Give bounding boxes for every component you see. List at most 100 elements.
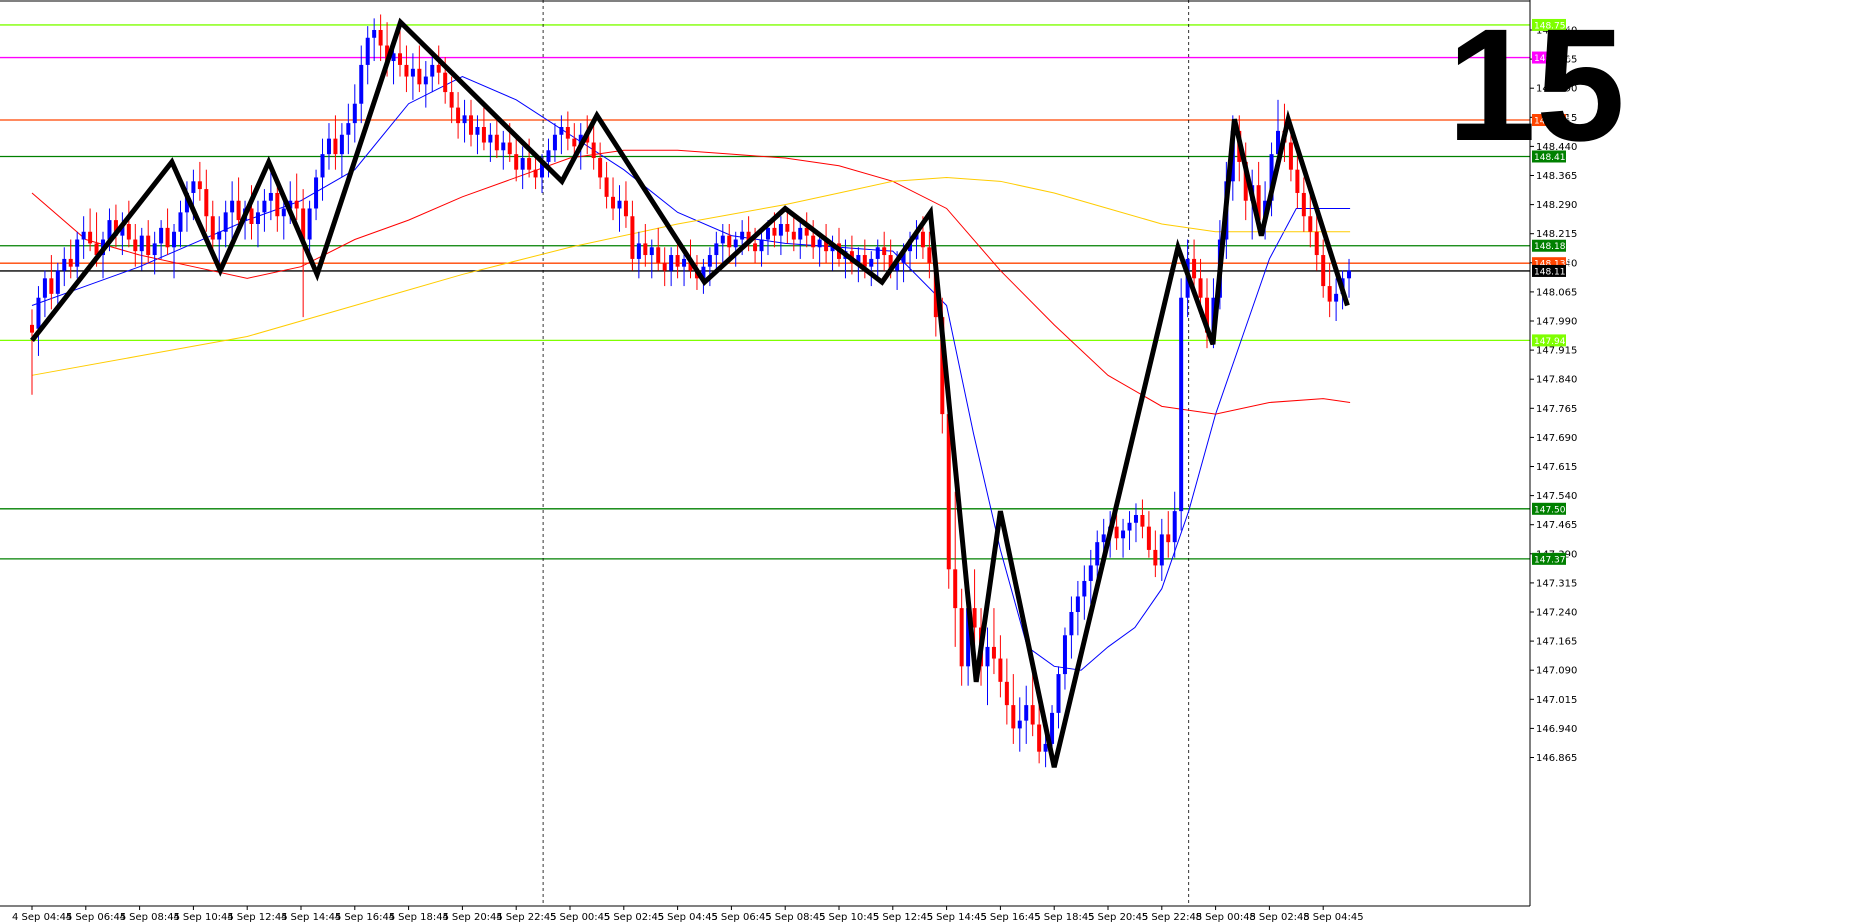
candle-body [1075, 596, 1080, 612]
candle-body [1140, 515, 1145, 527]
price-tick-label: 147.990 [1536, 317, 1577, 328]
candle-body [533, 169, 538, 178]
candle-body [636, 243, 641, 259]
price-chart[interactable]: 148.740148.665148.590148.515148.440148.3… [0, 0, 1863, 922]
candle-body [669, 255, 674, 271]
candle-body [1127, 522, 1132, 531]
candle-body [1153, 549, 1158, 566]
price-tick-label: 147.690 [1536, 433, 1577, 444]
candle-body [1166, 534, 1171, 543]
candle-body [230, 200, 235, 213]
candle-body [559, 127, 564, 135]
candle-body [1088, 565, 1093, 581]
candle-body [223, 212, 228, 232]
candle-body [42, 278, 47, 298]
candle-body [953, 569, 958, 609]
candle-body [481, 127, 486, 143]
candle-body [798, 227, 803, 240]
candle-body [656, 247, 661, 263]
candle-body [649, 247, 654, 256]
candle-body [740, 231, 745, 240]
time-tick-label: 5 Sep 00:45 [550, 912, 610, 922]
candle-body [727, 235, 732, 248]
candle-body [217, 231, 222, 240]
candle-body [972, 608, 977, 628]
candle-body [552, 134, 557, 151]
price-tick-label: 148.215 [1536, 229, 1577, 240]
price-tick-label: 147.465 [1536, 520, 1577, 531]
candle-body [36, 297, 41, 329]
candle-body [985, 646, 990, 667]
candle-body [514, 154, 519, 170]
candle-body [68, 258, 73, 267]
candle-body [159, 227, 164, 244]
candle-body [191, 181, 196, 193]
time-tick-label: 4 Sep 22:45 [496, 912, 556, 922]
candle-body [630, 216, 635, 259]
candle-body [488, 134, 493, 143]
candle-body [1159, 534, 1164, 566]
candle-body [178, 212, 183, 232]
price-tick-label: 147.615 [1536, 462, 1577, 473]
candle-body [817, 239, 822, 248]
candle-body [397, 53, 402, 65]
price-tick-label: 147.915 [1536, 346, 1577, 357]
candle-body [791, 231, 796, 240]
candle-body [75, 239, 80, 267]
candle-body [423, 76, 428, 85]
time-tick-label: 4 Sep 06:45 [66, 912, 126, 922]
level-label: 148.119 [1534, 267, 1571, 277]
time-tick-label: 4 Sep 12:45 [227, 912, 287, 922]
candle-body [210, 216, 215, 240]
candle-body [546, 150, 551, 162]
price-tick-label: 147.765 [1536, 404, 1577, 415]
candle-body [55, 270, 60, 294]
candle-body [1037, 724, 1042, 752]
time-tick-label: 4 Sep 10:45 [173, 912, 233, 922]
candle-body [920, 231, 925, 248]
time-tick-label: 8 Sep 04:45 [1303, 912, 1363, 922]
price-tick-label: 147.840 [1536, 375, 1577, 386]
candle-body [449, 92, 454, 108]
price-tick-label: 147.165 [1536, 637, 1577, 648]
candle-body [436, 64, 441, 73]
candle-body [1334, 293, 1339, 302]
candle-body [359, 64, 364, 104]
candle-body [152, 243, 157, 256]
candle-body [1069, 612, 1074, 636]
time-tick-label: 5 Sep 20:45 [1088, 912, 1148, 922]
time-tick-label: 4 Sep 18:45 [389, 912, 449, 922]
candle-body [611, 196, 616, 209]
candle-body [469, 115, 474, 135]
candle-body [604, 177, 609, 197]
candle-body [875, 247, 880, 259]
candle-body [1056, 674, 1061, 713]
candle-body [507, 142, 512, 155]
candle-body [1347, 270, 1352, 279]
candle-body [307, 208, 312, 240]
candle-body [320, 154, 325, 178]
candle-body [1062, 635, 1067, 675]
time-tick-label: 5 Sep 06:45 [711, 912, 771, 922]
candle-body [346, 123, 351, 135]
time-tick-label: 4 Sep 04:45 [12, 912, 72, 922]
candle-body [1017, 720, 1022, 729]
candle-body [462, 115, 467, 124]
candle-body [675, 255, 680, 267]
candle-body [1314, 231, 1319, 256]
time-tick-label: 5 Sep 22:45 [1142, 912, 1202, 922]
candle-body [1114, 526, 1119, 539]
candle-body [314, 177, 319, 209]
candle-body [572, 138, 577, 147]
candle-body [565, 127, 570, 139]
candle-body [759, 239, 764, 252]
candle-body [294, 200, 299, 209]
price-tick-label: 147.015 [1536, 695, 1577, 706]
time-tick-label: 4 Sep 16:45 [335, 912, 395, 922]
price-tick-label: 147.315 [1536, 578, 1577, 589]
candle-body [617, 200, 622, 209]
candle-body [733, 239, 738, 248]
candle-body [133, 239, 138, 252]
price-tick-label: 147.240 [1536, 608, 1577, 619]
price-tick-label: 147.540 [1536, 491, 1577, 502]
